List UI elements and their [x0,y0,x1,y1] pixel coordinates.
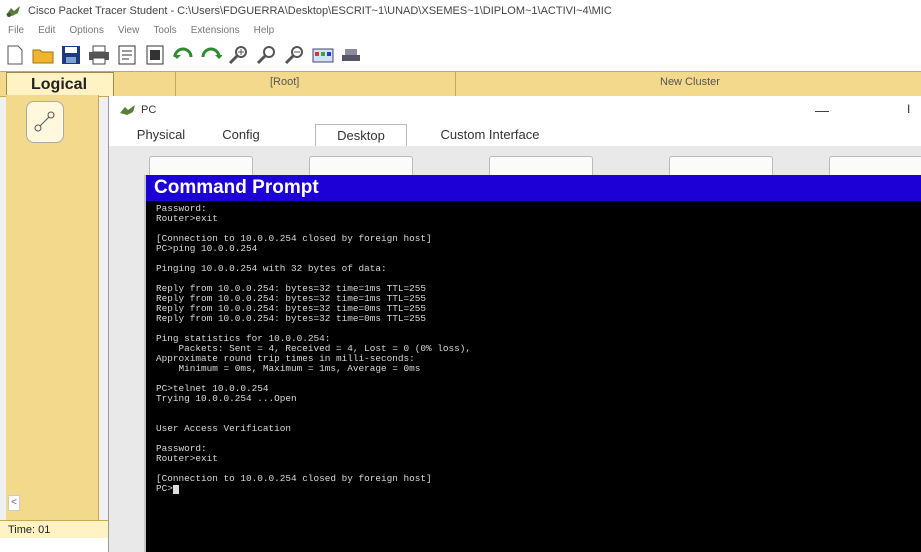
text-cursor [172,485,179,494]
terminal-line: Pinging 10.0.0.254 with 32 bytes of data… [156,263,387,274]
main-toolbar [0,39,921,71]
terminal-line: Router>exit [156,213,218,224]
menu-view[interactable]: View [118,25,140,36]
print-icon[interactable] [88,44,110,66]
pc-icon [120,105,135,115]
zoom-in-icon[interactable] [228,44,250,66]
new-cluster-button[interactable]: New Cluster [660,76,720,88]
terminal-line: PC>ping 10.0.0.254 [156,243,258,254]
bottom-strip [0,538,108,552]
open-folder-icon[interactable] [32,44,54,66]
left-panel: < [6,95,99,552]
navigation-tool-icon[interactable] [26,101,64,143]
terminal-line: Reply from 10.0.0.254: bytes=32 time=0ms… [156,313,427,324]
terminal-line: User Access Verification [156,423,292,434]
terminal-line: Password: [156,203,207,214]
menu-extensions[interactable]: Extensions [191,25,240,36]
terminal-line: Trying 10.0.0.254 ...Open [156,393,297,404]
maximize-button[interactable]: I [907,102,910,116]
command-prompt-title: Command Prompt [146,175,921,201]
menu-bar: File Edit Options View Tools Extensions … [0,22,921,39]
menu-file[interactable]: File [8,25,24,36]
tab-config[interactable]: Config [209,124,273,146]
save-icon[interactable] [60,44,82,66]
new-file-icon[interactable] [4,44,26,66]
tab-desktop[interactable]: Desktop [315,124,407,148]
draw-icon[interactable] [172,44,194,66]
undo-icon[interactable] [200,44,222,66]
terminal-line: [Connection to 10.0.0.254 closed by fore… [156,233,432,244]
workspace-bar: Logical [Root] New Cluster [0,71,921,97]
tab-physical[interactable]: Physical [121,124,201,146]
zoom-out-icon[interactable] [284,44,306,66]
inspect-icon[interactable] [144,44,166,66]
window-title: Cisco Packet Tracer Student - C:\Users\F… [28,5,612,17]
scroll-left-arrow[interactable]: < [8,495,20,511]
bar-divider [455,72,456,96]
pc-window-title-bar: PC — I [109,96,921,124]
terminal-line: Router>exit [156,453,218,464]
bar-divider [175,72,176,96]
packet-tracer-icon [6,6,20,17]
zoom-reset-icon[interactable] [256,44,278,66]
terminal-output[interactable]: Password: Router>exit [Connection to 10.0… [146,201,921,552]
pc-window-title: PC [141,104,157,116]
custom-device-icon[interactable] [340,44,362,66]
window-title-bar: Cisco Packet Tracer Student - C:\Users\F… [0,0,921,22]
terminal-line: Minimum = 0ms, Maximum = 1ms, Average = … [156,363,421,374]
minimize-button[interactable]: — [815,102,831,118]
root-label[interactable]: [Root] [270,76,299,88]
menu-tools[interactable]: Tools [153,25,176,36]
terminal-line: PC> [156,484,913,494]
tab-custom-interface[interactable]: Custom Interface [425,124,555,146]
menu-options[interactable]: Options [69,25,103,36]
menu-help[interactable]: Help [254,25,275,36]
palette-icon[interactable] [312,44,334,66]
terminal-line: Password: [156,443,207,454]
command-prompt-window: Command Prompt Password: Router>exit [Con… [144,175,921,552]
terminal-line: [Connection to 10.0.0.254 closed by fore… [156,473,432,484]
activity-wizard-icon[interactable] [116,44,138,66]
logical-tab[interactable]: Logical [6,72,114,96]
time-display: Time: 01 [0,520,108,538]
pc-tab-bar: Physical Config Desktop Custom Interface [109,124,921,148]
menu-edit[interactable]: Edit [38,25,55,36]
